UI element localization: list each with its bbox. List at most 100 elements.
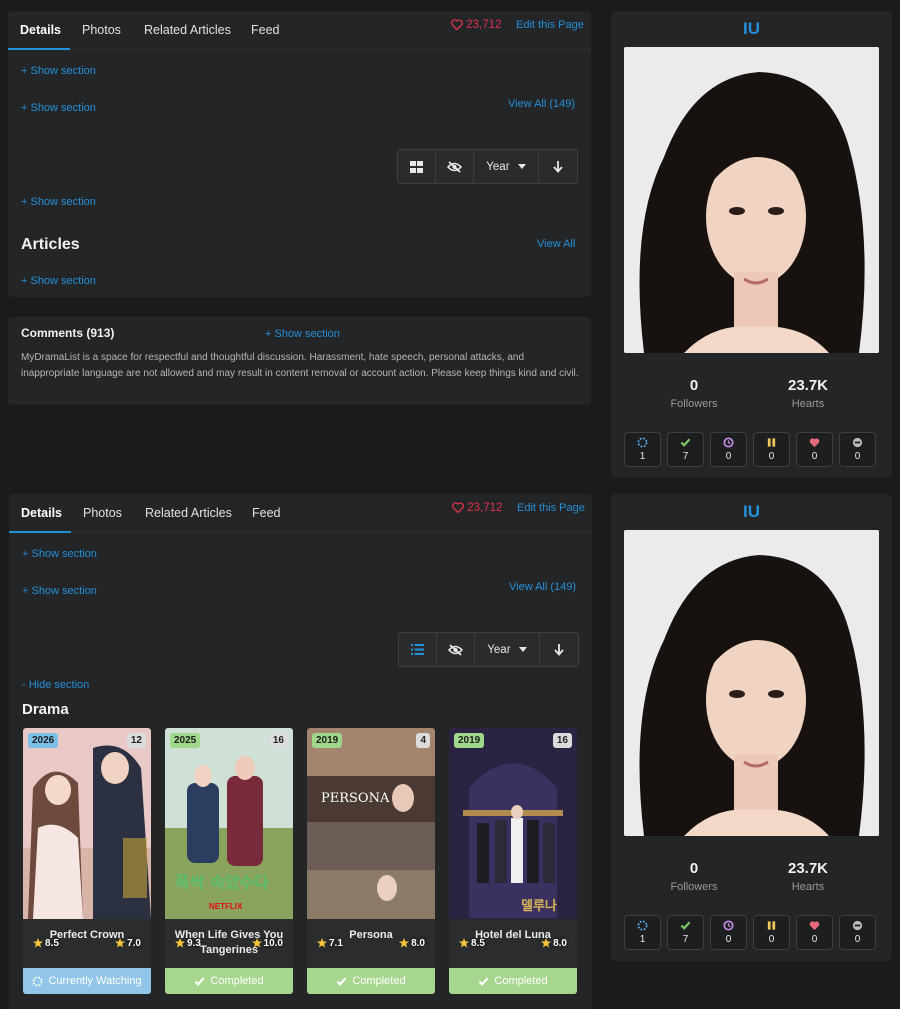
edit-page-link[interactable]: Edit this Page <box>516 19 584 31</box>
completed-button[interactable]: 7 <box>667 432 704 467</box>
status-button[interactable]: Currently Watching <box>23 968 151 994</box>
poster-image <box>23 728 151 919</box>
arrow-down-icon <box>554 643 564 656</box>
main-panel-top: Details Photos Related Articles Feed 23,… <box>8 11 591 297</box>
status-button[interactable]: Completed <box>449 968 577 994</box>
status-label: Completed <box>352 975 406 987</box>
list-view-button[interactable] <box>399 633 437 666</box>
episode-count-badge: 16 <box>268 733 288 748</box>
on-hold-button[interactable]: 0 <box>753 915 790 950</box>
heart-counter[interactable]: 23,712 <box>452 502 502 514</box>
sort-year-dropdown[interactable]: Year <box>475 633 541 666</box>
view-all-credits-link[interactable]: View All (149) <box>508 98 575 110</box>
watching-count: 1 <box>639 451 646 462</box>
tab-feed[interactable]: Feed <box>252 506 281 520</box>
poster-image: 델루나 <box>449 728 577 919</box>
poster-image: PERSONA <box>307 728 435 919</box>
drama-card[interactable]: PERSONA 2019 4 7.1 8.0 Persona Completed <box>307 728 435 994</box>
drama-title: Perfect Crown <box>49 929 125 941</box>
status-label: Currently Watching <box>48 975 142 987</box>
watching-button[interactable]: 1 <box>624 432 661 467</box>
profile-name: IU <box>743 19 760 38</box>
watching-button[interactable]: 1 <box>624 915 661 950</box>
favorite-count: 0 <box>811 451 818 462</box>
view-all-credits-link[interactable]: View All (149) <box>509 581 576 593</box>
plan-to-watch-button[interactable]: 0 <box>710 915 747 950</box>
episode-count-badge: 4 <box>416 733 430 748</box>
show-section-link[interactable]: + Show section <box>265 328 340 340</box>
status-button[interactable]: Completed <box>165 968 293 994</box>
show-section-link[interactable]: + Show section <box>21 196 96 208</box>
grid-view-button[interactable] <box>398 150 436 183</box>
grid-icon <box>409 160 423 173</box>
sort-year-label: Year <box>487 643 511 656</box>
hide-watched-button[interactable] <box>437 633 475 666</box>
articles-heading: Articles <box>21 236 80 253</box>
show-section-link[interactable]: + Show section <box>22 548 97 560</box>
followers-count: 0 <box>689 377 699 394</box>
hearts-count: 23.7K <box>787 377 829 394</box>
completed-button[interactable]: 7 <box>667 915 704 950</box>
hide-section-link[interactable]: - Hide section <box>22 679 89 691</box>
comments-guidelines: MyDramaList is a space for respectful an… <box>21 352 579 379</box>
sort-direction-button[interactable] <box>540 633 578 666</box>
dropped-icon <box>852 920 863 931</box>
episode-count-badge: 12 <box>126 733 146 748</box>
sort-year-dropdown[interactable]: Year <box>474 150 540 183</box>
hearts-label: Hearts <box>791 881 825 893</box>
checkmark-icon <box>194 977 205 986</box>
sort-direction-button[interactable] <box>539 150 577 183</box>
active-tab-indicator <box>8 48 70 50</box>
status-label: Completed <box>494 975 548 987</box>
edit-page-link[interactable]: Edit this Page <box>517 502 585 514</box>
profile-photo[interactable] <box>624 47 879 353</box>
drama-poster: PERSONA <box>307 728 435 919</box>
hearts-label: Hearts <box>791 398 825 410</box>
year-badge: 2026 <box>28 733 59 748</box>
active-tab-indicator <box>9 531 71 533</box>
poster-title-text: PERSONA <box>321 791 390 806</box>
followers-label: Followers <box>670 881 718 893</box>
dropped-button[interactable]: 0 <box>839 432 876 467</box>
view-all-articles-link[interactable]: View All <box>537 238 575 250</box>
completed-icon <box>680 438 691 447</box>
tab-photos[interactable]: Photos <box>83 506 122 520</box>
poster-image: 폭싹 속았수다 <box>165 728 293 919</box>
favorite-button[interactable]: 0 <box>796 915 833 950</box>
drama-card[interactable]: 폭싹 속았수다 2025 16 NETFLIX 9.3 10.0 When Li… <box>165 728 293 994</box>
watching-icon <box>32 975 43 987</box>
status-button[interactable]: Completed <box>307 968 435 994</box>
plan-to-watch-count: 0 <box>725 934 732 945</box>
favorite-button[interactable]: 0 <box>796 432 833 467</box>
completed-count: 7 <box>682 451 689 462</box>
episode-count-badge: 16 <box>552 733 572 748</box>
tab-related-articles[interactable]: Related Articles <box>145 506 232 520</box>
heart-counter[interactable]: 23,712 <box>451 19 501 31</box>
tab-details[interactable]: Details <box>20 23 61 37</box>
list-icon <box>410 644 424 655</box>
tab-bar: Details Photos Related Articles Feed <box>9 494 592 533</box>
show-section-link[interactable]: + Show section <box>21 102 96 114</box>
tab-details[interactable]: Details <box>21 506 62 520</box>
on-hold-button[interactable]: 0 <box>753 432 790 467</box>
tab-feed[interactable]: Feed <box>251 23 280 37</box>
heart-icon <box>451 19 463 31</box>
drama-poster <box>23 728 151 919</box>
drama-poster: 델루나 <box>449 728 577 919</box>
tab-photos[interactable]: Photos <box>82 23 121 37</box>
heart-icon <box>452 502 464 514</box>
year-badge: 2019 <box>312 733 343 748</box>
show-section-link[interactable]: + Show section <box>21 275 96 287</box>
profile-photo[interactable] <box>624 530 879 836</box>
drama-card[interactable]: 2026 12 8.5 7.0 Perfect Crown Currently … <box>23 728 151 994</box>
on-hold-count: 0 <box>768 934 775 945</box>
profile-sidebar-top: IU 0 Followers 23.7K Hearts 1 7 0 0 0 0 <box>611 11 892 478</box>
show-section-link[interactable]: + Show section <box>21 65 96 77</box>
drama-card[interactable]: 델루나 2019 16 8.5 8.0 Hotel del Luna Compl… <box>449 728 577 994</box>
tab-related-articles[interactable]: Related Articles <box>144 23 231 37</box>
hide-watched-button[interactable] <box>436 150 474 183</box>
portrait-image <box>624 47 879 353</box>
dropped-button[interactable]: 0 <box>839 915 876 950</box>
plan-to-watch-button[interactable]: 0 <box>710 432 747 467</box>
show-section-link[interactable]: + Show section <box>22 585 97 597</box>
